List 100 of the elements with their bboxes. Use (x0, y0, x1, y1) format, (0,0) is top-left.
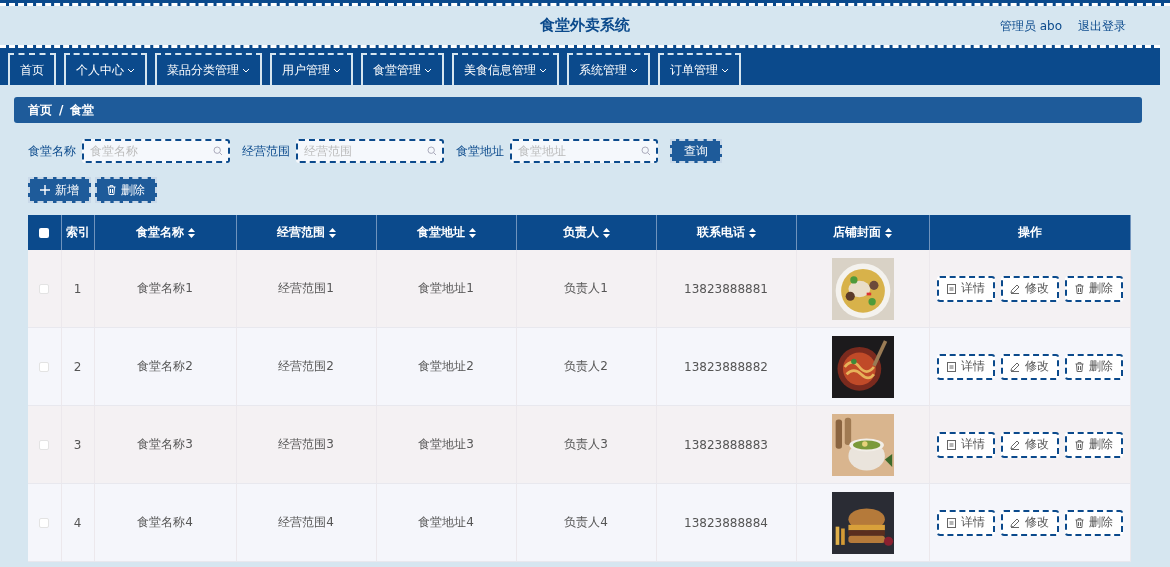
table-cell: 食堂地址1 (418, 281, 474, 295)
column-header[interactable]: 联系电话 (696, 224, 745, 241)
edit-button[interactable]: 修改 (1000, 431, 1059, 458)
table-cell: 2 (73, 359, 82, 374)
app-title: 食堂外卖系统 (540, 16, 630, 35)
delete-button[interactable]: 删除 (95, 177, 157, 203)
document-icon (946, 361, 956, 372)
search-field[interactable]: 经营范围 (296, 139, 444, 163)
sort-icon (885, 227, 892, 238)
table-cell: 13823888882 (684, 359, 768, 374)
details-button[interactable]: 详情 (936, 509, 995, 536)
delete-button[interactable]: 删除 (1064, 353, 1123, 380)
field-label: 食堂名称 (28, 142, 76, 160)
document-icon (946, 439, 956, 450)
table-cell: 经营范围4 (278, 515, 334, 529)
sort-icon (748, 227, 756, 238)
search-icon (641, 146, 651, 156)
nav-tab[interactable]: 个人中心 (64, 53, 147, 85)
admin-user: 管理员 abo (999, 18, 1062, 35)
table-cell: 食堂地址2 (418, 359, 474, 373)
table-cell: 食堂名称1 (137, 281, 193, 295)
table-cell: 经营范围3 (278, 437, 334, 451)
nav-tab[interactable]: 首页 (8, 53, 56, 85)
sort-icon (468, 227, 476, 238)
search-field[interactable]: 食堂名称 (82, 139, 230, 163)
table-cell: 食堂名称3 (137, 437, 193, 451)
column-header[interactable]: 食堂地址 (416, 224, 465, 241)
column-header: 操作 (1017, 224, 1042, 241)
search-icon (427, 146, 437, 156)
select-all-checkbox[interactable] (39, 228, 50, 238)
document-icon (946, 283, 956, 294)
column-header[interactable]: 店铺封面 (833, 224, 881, 241)
details-button[interactable]: 详情 (936, 275, 995, 302)
chevron-down-icon (127, 67, 135, 73)
table-cell: 负责人3 (564, 437, 608, 451)
table-cell: 1 (73, 281, 82, 296)
table-cell: 负责人2 (564, 359, 608, 373)
pen-icon (1010, 361, 1020, 372)
field-label: 食堂地址 (456, 142, 504, 160)
nav-tab[interactable]: 菜品分类管理 (155, 53, 262, 85)
table-cell: 4 (73, 515, 82, 530)
chevron-down-icon (721, 67, 729, 73)
table-cell: 经营范围2 (278, 359, 334, 373)
search-field[interactable]: 食堂地址 (510, 139, 658, 163)
table-cell: 食堂地址3 (418, 437, 474, 451)
document-icon (946, 517, 956, 528)
trash-icon (1074, 361, 1084, 372)
table-cell: 负责人4 (564, 515, 608, 529)
column-header[interactable]: 负责人 (562, 224, 599, 241)
details-button[interactable]: 详情 (936, 431, 995, 458)
field-label: 经营范围 (242, 142, 290, 160)
delete-button[interactable]: 删除 (1064, 275, 1123, 302)
nav-tab[interactable]: 美食信息管理 (452, 53, 559, 85)
sort-icon (187, 227, 195, 238)
edit-button[interactable]: 修改 (1000, 509, 1059, 536)
pen-icon (1010, 439, 1020, 450)
table-cell: 13823888883 (684, 437, 768, 452)
breadcrumb-item: 食堂 (70, 101, 95, 119)
sort-icon (328, 227, 336, 238)
table-cell: 13823888884 (684, 515, 768, 530)
column-header[interactable]: 经营范围 (276, 224, 325, 241)
nav-tab[interactable]: 系统管理 (567, 53, 650, 85)
search-icon (213, 146, 223, 156)
chevron-down-icon (424, 67, 432, 73)
sort-icon (602, 227, 610, 238)
plus-icon (40, 185, 50, 195)
row-checkbox[interactable] (39, 518, 50, 528)
delete-button[interactable]: 删除 (1064, 509, 1123, 536)
trash-icon (1074, 283, 1084, 294)
column-header[interactable]: 食堂名称 (135, 224, 184, 241)
table-cell: 食堂名称4 (137, 515, 193, 529)
table-cell: 食堂名称2 (137, 359, 193, 373)
nav-tab[interactable]: 订单管理 (658, 53, 741, 85)
add-button[interactable]: 新增 (28, 177, 91, 203)
chevron-down-icon (242, 67, 250, 73)
chevron-down-icon (630, 67, 638, 73)
logout-link[interactable]: 退出登录 (1078, 18, 1126, 35)
table-cell: 13823888881 (684, 281, 768, 296)
column-header: 索引 (65, 224, 90, 241)
trash-icon (1074, 439, 1084, 450)
breadcrumb-separator: / (59, 103, 64, 117)
row-checkbox[interactable] (39, 284, 50, 294)
delete-button[interactable]: 删除 (1064, 431, 1123, 458)
row-checkbox[interactable] (39, 362, 50, 372)
table-cell: 食堂地址4 (418, 515, 474, 529)
trash-icon (1074, 517, 1084, 528)
table-cell: 经营范围1 (278, 281, 334, 295)
edit-button[interactable]: 修改 (1000, 353, 1059, 380)
chevron-down-icon (333, 67, 341, 73)
nav-tab[interactable]: 用户管理 (270, 53, 353, 85)
table-cell: 3 (73, 437, 82, 452)
table-cell: 负责人1 (564, 281, 608, 295)
breadcrumb-item[interactable]: 首页 (28, 101, 52, 119)
nav-tab[interactable]: 食堂管理 (361, 53, 444, 85)
pen-icon (1010, 517, 1020, 528)
details-button[interactable]: 详情 (936, 353, 995, 380)
row-checkbox[interactable] (39, 440, 50, 450)
edit-button[interactable]: 修改 (1000, 275, 1059, 302)
trash-icon (107, 185, 116, 195)
search-button[interactable]: 查询 (670, 139, 722, 163)
